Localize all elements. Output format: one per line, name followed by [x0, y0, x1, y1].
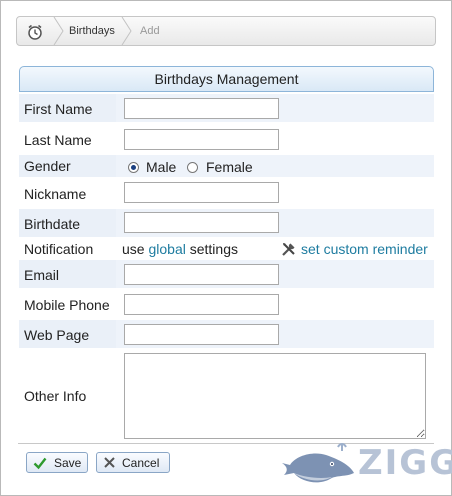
last-name-input[interactable] — [124, 129, 279, 150]
gender-female-radio[interactable] — [187, 162, 198, 173]
breadcrumb: Birthdays Add — [16, 16, 436, 46]
form-row-mobile-phone: Mobile Phone — [19, 290, 434, 318]
zigg-logo: ZIGG — [280, 441, 452, 487]
form-row-web-page: Web Page — [19, 320, 434, 348]
gender-label: Gender — [24, 158, 71, 174]
save-label: Save — [54, 456, 82, 470]
global-settings-link[interactable]: global — [148, 241, 185, 257]
notification-text: use global settings — [122, 241, 238, 257]
gender-male-radio[interactable] — [128, 162, 139, 173]
last-name-label: Last Name — [24, 132, 92, 148]
tools-icon — [282, 243, 295, 256]
watermark-text: ZIGG — [358, 443, 452, 483]
breadcrumb-item-add: Add — [140, 25, 160, 37]
breadcrumb-home[interactable] — [17, 17, 53, 45]
nickname-input[interactable] — [124, 182, 279, 203]
form-row-notification: Notification use global settings set cus… — [19, 238, 434, 260]
cancel-button[interactable]: Cancel — [96, 452, 170, 473]
gender-female-label[interactable]: Female — [206, 159, 253, 175]
form-title: Birthdays Management — [19, 66, 434, 92]
email-label: Email — [24, 267, 60, 283]
notification-label: Notification — [24, 241, 94, 257]
notification-prefix: use — [122, 241, 145, 257]
birthdays-form: Birthdays Management First Name Last Nam… — [19, 66, 434, 439]
mobile-phone-label: Mobile Phone — [24, 297, 110, 313]
breadcrumb-separator — [53, 17, 64, 45]
first-name-input[interactable] — [124, 98, 279, 119]
other-info-textarea[interactable] — [124, 353, 426, 439]
x-icon — [104, 457, 115, 468]
form-row-gender: Gender Male Female — [19, 155, 434, 177]
form-row-email: Email — [19, 260, 434, 288]
form-row-birthdate: Birthdate — [19, 209, 434, 237]
birthdate-label: Birthdate — [24, 216, 81, 232]
breadcrumb-item-birthdays[interactable]: Birthdays — [69, 25, 115, 37]
form-row-first-name: First Name — [19, 94, 434, 122]
cancel-label: Cancel — [122, 456, 160, 470]
web-page-input[interactable] — [124, 324, 279, 345]
breadcrumb-separator — [121, 17, 132, 45]
nickname-label: Nickname — [24, 186, 87, 202]
notification-suffix: settings — [189, 241, 238, 257]
set-custom-reminder-link[interactable]: set custom reminder — [301, 241, 428, 257]
save-button[interactable]: Save — [26, 452, 88, 473]
form-row-last-name: Last Name — [19, 125, 434, 153]
form-row-other-info: Other Info — [19, 351, 434, 441]
birthdate-input[interactable] — [124, 212, 279, 233]
web-page-label: Web Page — [24, 327, 90, 343]
form-row-nickname: Nickname — [19, 179, 434, 207]
gender-male-label[interactable]: Male — [146, 159, 176, 175]
other-info-label: Other Info — [24, 388, 87, 404]
mobile-phone-input[interactable] — [124, 294, 279, 315]
alarm-clock-icon — [28, 24, 42, 40]
check-icon — [33, 457, 47, 470]
first-name-label: First Name — [24, 101, 93, 117]
email-input[interactable] — [124, 264, 279, 285]
